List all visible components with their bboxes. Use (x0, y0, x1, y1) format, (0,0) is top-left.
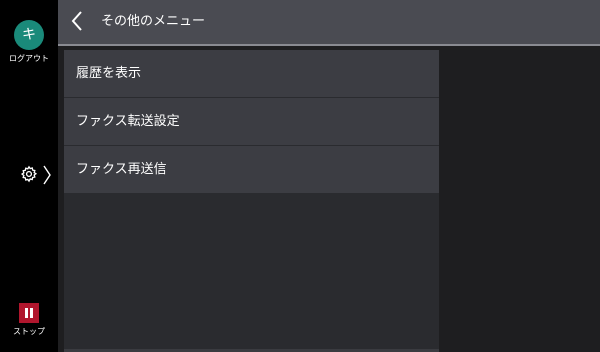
logout-button[interactable]: キ ログアウト (0, 20, 58, 66)
logout-label: ログアウト (9, 54, 49, 63)
chevron-right-icon (43, 165, 51, 185)
menu-item-fax-forward-settings[interactable]: ファクス転送設定 (64, 98, 439, 145)
menu-item-label: 履歴を表示 (76, 66, 142, 81)
gear-icon (20, 165, 38, 183)
page-title: その他のメニュー (101, 14, 206, 29)
menu-item-fax-resend[interactable]: ファクス再送信 (64, 146, 439, 193)
screen: キ ログアウト ストップ その他のメニュー 履歴を表示 ファクス転送設定 ファク… (0, 0, 600, 352)
back-button[interactable] (70, 10, 92, 34)
menu-item-history[interactable]: 履歴を表示 (64, 50, 439, 97)
chevron-left-icon (71, 11, 82, 31)
right-area (445, 46, 600, 352)
menu-item-label: ファクス転送設定 (76, 114, 180, 129)
stop-label: ストップ (13, 327, 45, 336)
pause-icon (19, 303, 39, 323)
stop-button[interactable]: ストップ (0, 303, 58, 348)
header-bar: その他のメニュー (58, 0, 600, 46)
settings-button[interactable] (14, 160, 54, 190)
left-rail: キ ログアウト ストップ (0, 0, 58, 352)
user-avatar: キ (14, 20, 44, 50)
menu-item-label: ファクス再送信 (76, 162, 167, 177)
